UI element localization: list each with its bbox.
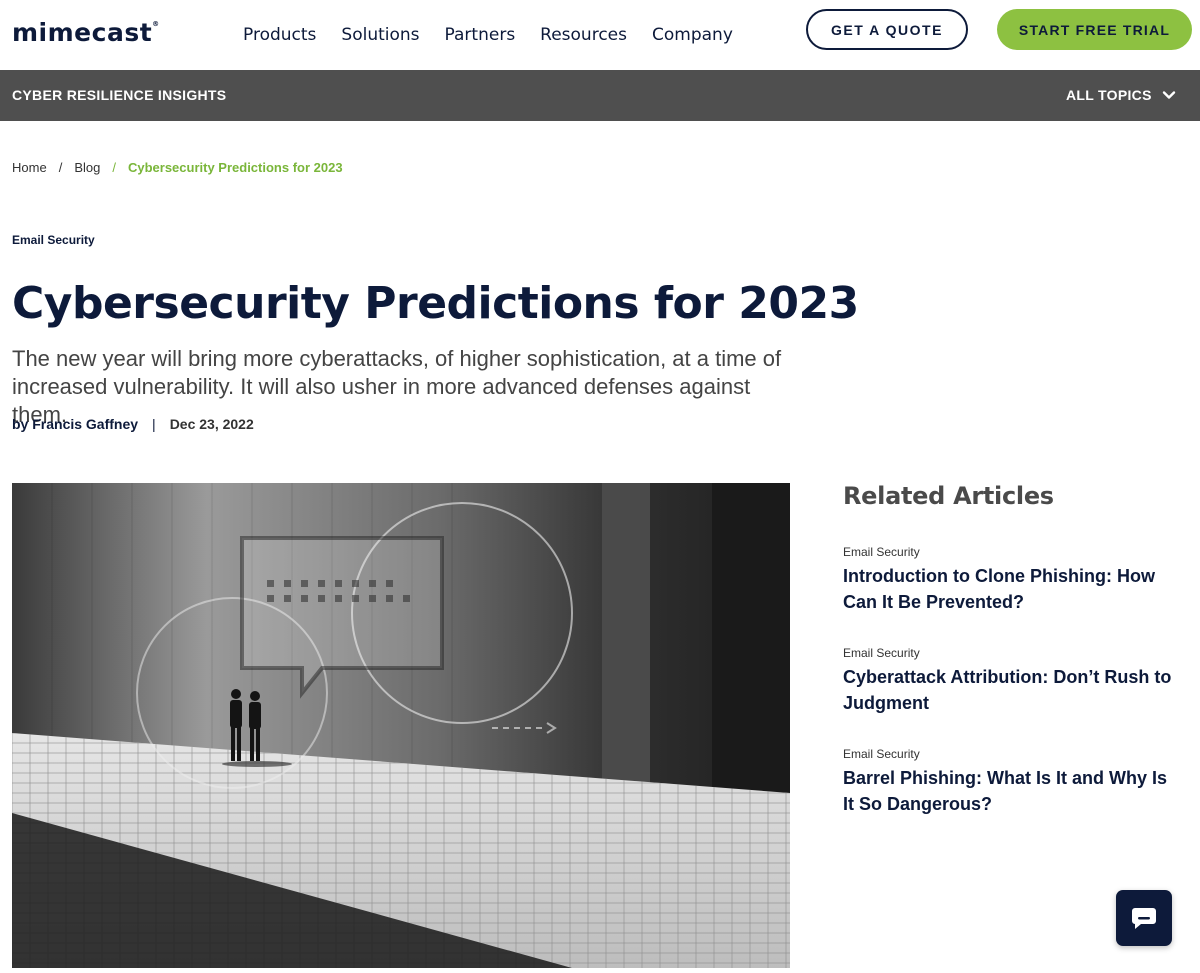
mimecast-logo[interactable]: mimecast® (12, 18, 160, 47)
start-free-trial-button[interactable]: START FREE TRIAL (997, 9, 1192, 50)
menu-item-products[interactable]: Products (243, 25, 316, 45)
hero-illustration (12, 483, 790, 968)
breadcrumb-home[interactable]: Home (12, 160, 47, 175)
related-article-category[interactable]: Email Security (843, 646, 1183, 660)
breadcrumb-separator: / (58, 160, 63, 175)
chevron-down-icon[interactable] (1162, 88, 1176, 102)
menu-item-solutions[interactable]: Solutions (341, 25, 419, 45)
related-article: Email Security Introduction to Clone Phi… (843, 545, 1183, 615)
breadcrumb: Home / Blog / Cybersecurity Predictions … (12, 160, 343, 175)
related-article: Email Security Barrel Phishing: What Is … (843, 747, 1183, 817)
all-topics-label: ALL TOPICS (1066, 87, 1152, 103)
related-articles-heading: Related Articles (843, 482, 1054, 510)
hero-image (12, 483, 790, 968)
get-a-quote-button[interactable]: GET A QUOTE (806, 9, 968, 50)
article-title: Cybersecurity Predictions for 2023 (12, 278, 859, 329)
article-author[interactable]: by Francis Gaffney (12, 416, 138, 432)
related-article-category[interactable]: Email Security (843, 545, 1183, 559)
related-article-link[interactable]: Barrel Phishing: What Is It and Why Is I… (843, 765, 1183, 817)
blog-subnav: CYBER RESILIENCE INSIGHTS ALL TOPICS (0, 70, 1200, 121)
menu-item-company[interactable]: Company (652, 25, 733, 45)
menu-item-partners[interactable]: Partners (445, 25, 516, 45)
breadcrumb-separator: / (112, 160, 116, 175)
article-date: Dec 23, 2022 (169, 416, 254, 432)
main-menu: Products Solutions Partners Resources Co… (243, 25, 758, 45)
byline-separator: | (152, 416, 156, 432)
related-article-link[interactable]: Cyberattack Attribution: Don’t Rush to J… (843, 664, 1183, 716)
article-category[interactable]: Email Security (12, 233, 95, 247)
logo-registered-mark: ® (152, 20, 160, 28)
breadcrumb-blog[interactable]: Blog (74, 160, 100, 175)
chat-bubble-icon (1132, 908, 1156, 929)
chat-widget-button[interactable] (1116, 890, 1172, 946)
related-article-link[interactable]: Introduction to Clone Phishing: How Can … (843, 563, 1183, 615)
logo-text: mimecast (12, 18, 153, 47)
article-byline: by Francis Gaffney | Dec 23, 2022 (12, 416, 254, 432)
breadcrumb-current: Cybersecurity Predictions for 2023 (127, 160, 343, 175)
blog-title[interactable]: CYBER RESILIENCE INSIGHTS (12, 87, 226, 103)
all-topics-dropdown[interactable]: ALL TOPICS (1066, 87, 1152, 103)
top-navigation: mimecast® Products Solutions Partners Re… (0, 0, 1200, 70)
menu-item-resources[interactable]: Resources (540, 25, 627, 45)
related-article-category[interactable]: Email Security (843, 747, 1183, 761)
related-article: Email Security Cyberattack Attribution: … (843, 646, 1183, 716)
